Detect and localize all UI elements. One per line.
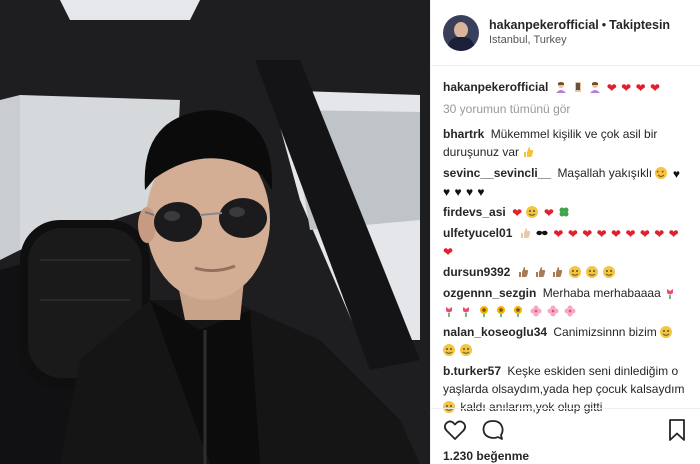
comment-username[interactable]: dursun9392 <box>443 265 510 279</box>
red-heart-icon: ❤ <box>567 227 578 241</box>
separator-dot: • <box>601 18 607 33</box>
view-all-comments-link[interactable]: 30 yorumun tümünü gör <box>443 100 690 118</box>
comment-username[interactable]: sevinc__sevincli__ <box>443 166 551 180</box>
red-heart-icon: ❤ <box>625 227 636 241</box>
comment-username[interactable]: b.turker57 <box>443 364 501 378</box>
red-heart-icon: ❤ <box>443 245 454 259</box>
comments-list: hakanpekerofficial ❤ ❤ ❤ ❤ 30 yorumun tü… <box>431 66 700 416</box>
comment-text: Merhaba merhabaaaa <box>542 286 661 300</box>
black-heart-icon: ♥ <box>443 185 451 199</box>
red-heart-icon: ❤ <box>611 227 622 241</box>
thumbs-up-icon <box>518 267 528 277</box>
smiling-face-icon <box>460 344 473 356</box>
red-heart-icon: ❤ <box>639 227 650 241</box>
comment-item: nalan_koseoglu34 Canimizsinnn bizim <box>443 323 690 359</box>
comment-item: sevinc__sevincli__ Maşallah yakışıklı ♥ ♥… <box>443 164 690 200</box>
comment-item: bhartrk Mükemmel kişilik ve çok asil bir… <box>443 125 690 161</box>
comment-item: ulfetyucel01 ❤ ❤ ❤ ❤ ❤ ❤ ❤ ❤ ❤ ❤ <box>443 224 690 260</box>
post-photo[interactable] <box>0 0 430 464</box>
red-heart-icon: ❤ <box>543 206 554 220</box>
comment-text: Maşallah yakışıklı <box>557 166 653 180</box>
like-count[interactable]: 1.230 beğenme <box>443 449 689 463</box>
smiling-face-icon <box>586 266 599 278</box>
thumbs-up-icon <box>524 147 534 157</box>
sunflower-icon <box>497 306 506 317</box>
red-heart-icon: ❤ <box>621 81 632 95</box>
comment-username[interactable]: firdevs_asi <box>443 205 506 219</box>
smiling-face-icon <box>526 206 539 218</box>
post-actions: 1.230 beğenme <box>431 408 700 464</box>
red-heart-icon: ❤ <box>668 227 679 241</box>
sparkling-heart-icon: ❤ <box>512 206 523 220</box>
thumbs-up-icon <box>536 267 546 277</box>
red-heart-icon: ❤ <box>582 227 593 241</box>
cherry-blossom-icon <box>530 305 542 317</box>
black-heart-icon: ♥ <box>672 167 680 181</box>
bookmark-icon[interactable] <box>665 418 689 442</box>
cherry-blossom-icon <box>564 305 576 317</box>
heart-eyes-icon: ♥ ♥ <box>655 167 668 179</box>
post-location[interactable]: Istanbul, Turkey <box>489 33 670 47</box>
post-side-panel: hakanpekerofficial • Takiptesin Istanbul, … <box>430 0 700 464</box>
comment-username[interactable]: nalan_koseoglu34 <box>443 325 547 339</box>
heart-outline-icon[interactable] <box>443 418 467 442</box>
comment-item: ozgennn_sezgin Merhaba merhabaaaa <box>443 284 690 320</box>
comment-item: firdevs_asi ❤ ❤ <box>443 203 690 221</box>
selfie-hand-icon <box>575 82 582 92</box>
tulip-icon <box>446 307 452 317</box>
caption-username[interactable]: hakanpekerofficial <box>443 80 548 94</box>
smiling-face-icon <box>568 266 581 278</box>
caption: hakanpekerofficial ❤ ❤ ❤ ❤ <box>443 78 690 96</box>
thumbs-up-icon <box>520 228 530 238</box>
tulip-icon <box>667 289 674 299</box>
post-header: hakanpekerofficial • Takiptesin Istanbul, … <box>431 0 700 66</box>
red-heart-icon: ❤ <box>596 227 607 241</box>
red-heart-icon: ❤ <box>654 227 665 241</box>
selfie-car-photo <box>0 0 430 464</box>
red-heart-icon: ❤ <box>553 227 564 241</box>
smiling-face-icon <box>660 326 673 338</box>
black-heart-icon: ♥ <box>477 185 485 199</box>
comment-text: Canimizsinnn bizim <box>553 325 657 339</box>
sunflower-icon <box>479 306 488 317</box>
comment-username[interactable]: ozgennn_sezgin <box>443 286 536 300</box>
red-heart-icon: ❤ <box>649 81 661 95</box>
black-heart-icon: ♥ <box>454 185 462 199</box>
comment-bubble-icon[interactable] <box>481 418 505 442</box>
woman-gesturing-icon <box>555 82 566 93</box>
four-leaf-clover-icon <box>559 207 569 217</box>
black-heart-icon: ♥ <box>465 185 474 199</box>
instagram-post: hakanpekerofficial • Takiptesin Istanbul, … <box>0 0 700 464</box>
red-heart-icon: ❤ <box>635 81 646 95</box>
smiling-face-icon <box>443 344 455 356</box>
cherry-blossom-icon <box>547 305 559 317</box>
following-status[interactable]: Takiptesin <box>609 18 670 32</box>
sunflower-icon <box>514 306 523 317</box>
comment-username[interactable]: bhartrk <box>443 127 484 141</box>
smiling-face-icon <box>603 266 616 278</box>
comment-item: dursun9392 <box>443 263 690 281</box>
woman-gesturing-icon <box>590 82 601 93</box>
avatar[interactable] <box>443 14 479 51</box>
header-username[interactable]: hakanpekerofficial <box>489 18 599 32</box>
sunglasses-icon <box>536 230 548 236</box>
comment-username[interactable]: ulfetyucel01 <box>443 226 512 240</box>
red-heart-icon: ❤ <box>606 81 617 95</box>
tulip-icon <box>463 307 470 317</box>
thumbs-up-icon <box>553 267 563 277</box>
